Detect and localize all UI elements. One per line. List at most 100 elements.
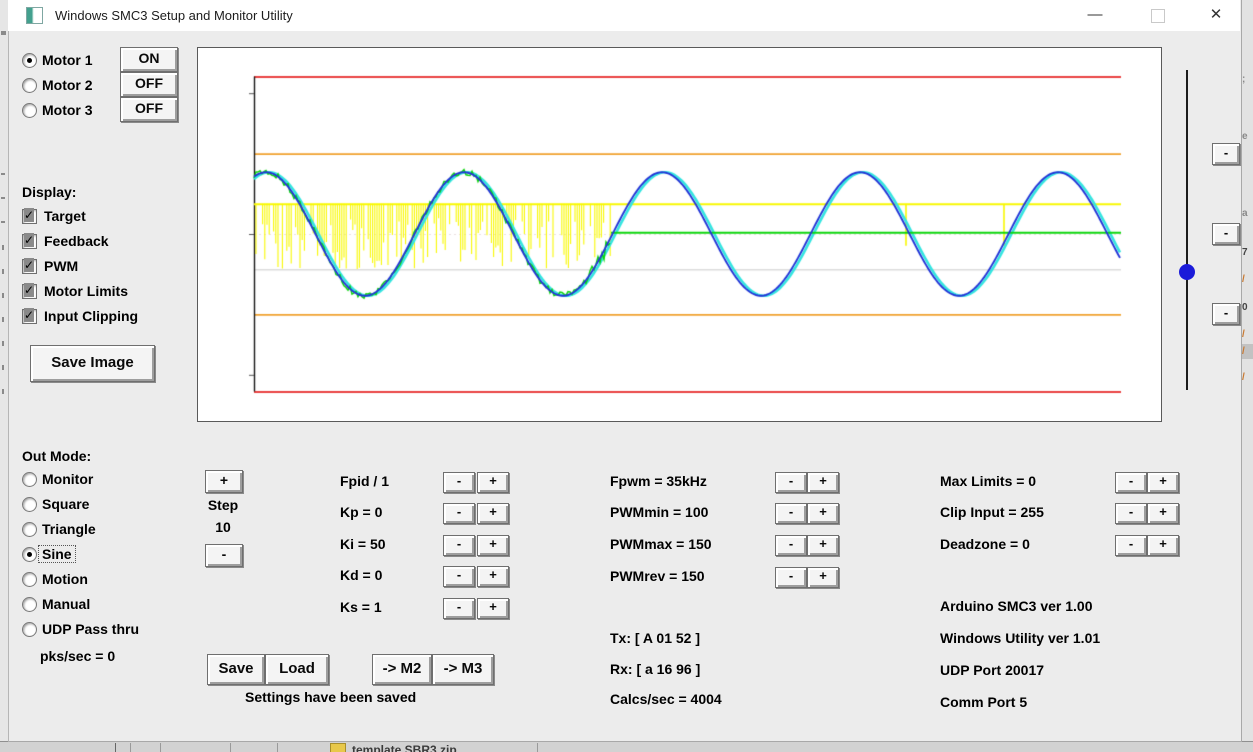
motor-2-power-button[interactable]: OFF bbox=[120, 72, 178, 97]
pwmmin-minus-button[interactable]: - bbox=[775, 503, 807, 524]
udp-port-text: UDP Port 20017 bbox=[940, 662, 1045, 678]
window-title: Windows SMC3 Setup and Monitor Utility bbox=[55, 8, 293, 23]
save-image-button[interactable]: Save Image bbox=[30, 345, 155, 382]
radio-motor-2[interactable] bbox=[22, 78, 37, 93]
radio-udp-pass-thru[interactable] bbox=[22, 622, 37, 637]
checkbox-motor-limits[interactable]: ✓ bbox=[22, 283, 37, 299]
clip-input-plus-button[interactable]: + bbox=[1147, 503, 1179, 524]
kd-minus-button[interactable]: - bbox=[443, 566, 475, 587]
settings-status-text: Settings have been saved bbox=[245, 689, 417, 705]
radio-motion-label: Motion bbox=[42, 571, 88, 587]
pwmmax-minus-button[interactable]: - bbox=[775, 535, 807, 556]
save-button[interactable]: Save bbox=[207, 654, 265, 685]
ks-value: Ks = 1 bbox=[340, 599, 382, 615]
radio-monitor[interactable] bbox=[22, 472, 37, 487]
checkbox-target-label: Target bbox=[44, 208, 86, 224]
checkbox-target[interactable]: ✓ bbox=[22, 208, 37, 224]
deadzone-plus-button[interactable]: + bbox=[1147, 535, 1179, 556]
copy-to-m2-button[interactable]: -> M2 bbox=[372, 654, 432, 685]
ki-plus-button[interactable]: + bbox=[477, 535, 509, 556]
pks-per-sec-value: pks/sec = 0 bbox=[40, 648, 116, 664]
step-minus-button[interactable]: - bbox=[205, 544, 243, 567]
pwmmin-value: PWMmin = 100 bbox=[610, 504, 709, 520]
radio-motion[interactable] bbox=[22, 572, 37, 587]
radio-motor-1[interactable] bbox=[22, 53, 37, 68]
bg-text-fragment: e bbox=[1242, 131, 1248, 142]
radio-sine-label: Sine bbox=[38, 545, 76, 563]
kd-value: Kd = 0 bbox=[340, 567, 383, 583]
bg-text-fragment: / bbox=[1242, 372, 1245, 383]
pwmrev-plus-button[interactable]: + bbox=[807, 567, 839, 588]
radio-triangle[interactable] bbox=[22, 522, 37, 537]
clip-input-value: Clip Input = 255 bbox=[940, 504, 1044, 520]
scale-slider-knob[interactable] bbox=[1179, 264, 1195, 280]
maximize-button[interactable] bbox=[1135, 0, 1179, 30]
pwmmax-value: PWMmax = 150 bbox=[610, 536, 712, 552]
motor-1-label: Motor 1 bbox=[42, 52, 93, 68]
maximize-icon bbox=[1151, 9, 1165, 23]
slider-middle-minus-button[interactable]: - bbox=[1212, 223, 1240, 245]
ks-minus-button[interactable]: - bbox=[443, 598, 475, 619]
rx-value: Rx: [ a 16 96 ] bbox=[610, 661, 701, 677]
app-icon bbox=[26, 7, 43, 24]
background-window-bottom-strip: template SBR3.zip bbox=[0, 741, 1253, 752]
radio-sine[interactable] bbox=[22, 547, 37, 562]
checkbox-pwm-label: PWM bbox=[44, 258, 79, 274]
minimize-button[interactable]: — bbox=[1073, 0, 1117, 30]
step-heading: Step bbox=[207, 497, 239, 513]
bg-text-fragment: / bbox=[1242, 274, 1245, 285]
pwmmax-plus-button[interactable]: + bbox=[807, 535, 839, 556]
zip-file-icon bbox=[330, 743, 346, 752]
motor-1-power-button[interactable]: ON bbox=[120, 47, 178, 72]
copy-to-m3-button[interactable]: -> M3 bbox=[432, 654, 494, 685]
pwmrev-minus-button[interactable]: - bbox=[775, 567, 807, 588]
kp-plus-button[interactable]: + bbox=[477, 503, 509, 524]
kp-value: Kp = 0 bbox=[340, 504, 383, 520]
radio-dot bbox=[27, 58, 32, 63]
max-limits-minus-button[interactable]: - bbox=[1115, 472, 1147, 493]
close-button[interactable]: ✕ bbox=[1194, 0, 1238, 30]
load-button[interactable]: Load bbox=[265, 654, 329, 685]
checkbox-pwm[interactable]: ✓ bbox=[22, 258, 37, 274]
motor-3-power-button[interactable]: OFF bbox=[120, 97, 178, 122]
radio-manual-label: Manual bbox=[42, 596, 91, 612]
slider-upper-minus-button[interactable]: - bbox=[1212, 143, 1240, 165]
step-value: 10 bbox=[215, 519, 231, 535]
bg-text-fragment: / bbox=[1242, 329, 1245, 340]
deadzone-value: Deadzone = 0 bbox=[940, 536, 1030, 552]
radio-square[interactable] bbox=[22, 497, 37, 512]
kp-minus-button[interactable]: - bbox=[443, 503, 475, 524]
max-limits-value: Max Limits = 0 bbox=[940, 473, 1037, 489]
slider-lower-minus-button[interactable]: - bbox=[1212, 303, 1240, 325]
calcs-per-sec-value: Calcs/sec = 4004 bbox=[610, 691, 722, 707]
step-plus-button[interactable]: + bbox=[205, 470, 243, 493]
checkbox-input-clipping[interactable]: ✓ bbox=[22, 308, 37, 324]
radio-motor-3[interactable] bbox=[22, 103, 37, 118]
out-mode-heading: Out Mode: bbox=[22, 448, 92, 464]
background-window-left-sliver bbox=[0, 0, 8, 741]
fpwm-value: Fpwm = 35kHz bbox=[610, 473, 707, 489]
ki-value: Ki = 50 bbox=[340, 536, 386, 552]
ks-plus-button[interactable]: + bbox=[477, 598, 509, 619]
deadzone-minus-button[interactable]: - bbox=[1115, 535, 1147, 556]
scale-slider-track[interactable] bbox=[1186, 70, 1188, 390]
kd-plus-button[interactable]: + bbox=[477, 566, 509, 587]
max-limits-plus-button[interactable]: + bbox=[1147, 472, 1179, 493]
waveform-scope-chart bbox=[197, 47, 1162, 422]
fpid-minus-button[interactable]: - bbox=[443, 472, 475, 493]
ki-minus-button[interactable]: - bbox=[443, 535, 475, 556]
checkbox-feedback[interactable]: ✓ bbox=[22, 233, 37, 249]
bg-text-fragment: ; bbox=[1242, 74, 1246, 85]
checkbox-input-clipping-label: Input Clipping bbox=[44, 308, 139, 324]
fpwm-plus-button[interactable]: + bbox=[807, 472, 839, 493]
radio-dot bbox=[27, 552, 32, 557]
radio-monitor-label: Monitor bbox=[42, 471, 94, 487]
fpid-plus-button[interactable]: + bbox=[477, 472, 509, 493]
fpwm-minus-button[interactable]: - bbox=[775, 472, 807, 493]
checkbox-feedback-label: Feedback bbox=[44, 233, 109, 249]
fpid-value: Fpid / 1 bbox=[340, 473, 389, 489]
pwmmin-plus-button[interactable]: + bbox=[807, 503, 839, 524]
radio-manual[interactable] bbox=[22, 597, 37, 612]
clip-input-minus-button[interactable]: - bbox=[1115, 503, 1147, 524]
checkmark-icon: ✓ bbox=[24, 308, 35, 322]
